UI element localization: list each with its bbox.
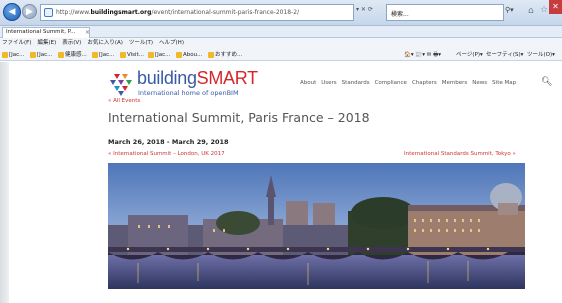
tab-strip: International Summit, P... × <box>0 26 562 38</box>
forward-button[interactable]: ▶ <box>22 4 37 19</box>
favorite-icon <box>92 51 98 58</box>
logo-tagline: International home of openBIM <box>138 89 239 97</box>
all-events-link[interactable]: « All Events <box>108 98 140 104</box>
favorite-label: 健康感... <box>65 52 87 58</box>
menu-favorites[interactable]: お気に入り(A) <box>87 38 123 49</box>
favorite-icon <box>58 51 64 58</box>
favorite-link[interactable]: [Jac... <box>148 50 170 60</box>
logo-word-smart: SMART <box>196 68 258 88</box>
nav-users[interactable]: Users <box>321 80 336 86</box>
favorite-link[interactable]: Visit... <box>120 50 144 60</box>
favorite-link[interactable]: おすすめ... <box>208 50 242 60</box>
next-event-link[interactable]: International Standards Summit, Tokyo » <box>404 151 516 157</box>
site-search-icon[interactable]: 🔍︎ <box>541 77 552 87</box>
favorite-icon <box>208 51 214 58</box>
browser-toolbar: ◀ ▶ http://www.buildingsmart.org/event/i… <box>0 0 562 26</box>
tools-menu[interactable]: ツール(O)▾ <box>527 50 555 60</box>
address-bar[interactable]: http://www.buildingsmart.org/event/inter… <box>40 4 354 21</box>
nav-news[interactable]: News <box>472 80 487 86</box>
browser-search-icon[interactable]: ⚲▾ <box>505 6 514 14</box>
menu-view[interactable]: 表示(V) <box>62 38 81 49</box>
home-icon[interactable]: ⌂ <box>528 6 534 16</box>
event-dates: March 26, 2018 - March 29, 2018 <box>108 138 229 146</box>
favorites-bar: [Jac... [Jac... 健康感... [Jac... Visit... … <box>0 49 562 61</box>
nav-chapters[interactable]: Chapters <box>412 80 437 86</box>
menu-file[interactable]: ファイル(F) <box>2 38 31 49</box>
favorite-link[interactable]: Abou... <box>176 50 202 60</box>
menu-help[interactable]: ヘルプ(H) <box>159 38 184 49</box>
logo-wordmark: buildingSMART <box>137 68 258 89</box>
event-hero-photo <box>108 163 525 289</box>
menu-bar: ファイル(F) 編集(E) 表示(V) お気に入り(A) ツール(T) ヘルプ(… <box>0 38 562 49</box>
favorite-icon <box>176 51 182 58</box>
previous-event-link[interactable]: « International Summit – London, UK 2017 <box>108 151 225 157</box>
favorite-icon <box>2 51 8 58</box>
logo-word-building: building <box>137 68 197 88</box>
page-left-margin <box>0 62 9 303</box>
nav-about[interactable]: About <box>300 80 316 86</box>
url-prefix: http://www. <box>56 9 91 16</box>
favorite-link[interactable]: [Jac... <box>2 50 24 60</box>
back-button[interactable]: ◀ <box>3 3 21 21</box>
buildingsmart-logo[interactable]: buildingSMART International home of open… <box>108 68 278 98</box>
menu-tools[interactable]: ツール(T) <box>129 38 153 49</box>
page-menu[interactable]: ページ(P)▾ <box>456 50 483 60</box>
favorite-label: おすすめ... <box>215 52 243 58</box>
event-title: International Summit, Paris France – 201… <box>108 110 370 125</box>
favorite-icon <box>120 51 126 58</box>
favorite-label: [Jac... <box>9 52 25 58</box>
favorite-label: [Jac... <box>99 52 115 58</box>
nav-site-map[interactable]: Site Map <box>492 80 516 86</box>
favorite-label: Abou... <box>183 52 203 58</box>
tab-title: International Summit, P... <box>6 29 76 35</box>
safety-menu[interactable]: セーフティ(S)▾ <box>486 50 523 60</box>
close-window-button[interactable]: ✕ <box>549 0 562 14</box>
logo-mark-icon <box>110 74 132 96</box>
browser-search-input[interactable]: 検索... <box>386 4 504 21</box>
nav-standards[interactable]: Standards <box>342 80 370 86</box>
tab-active[interactable]: International Summit, P... × <box>2 27 90 38</box>
address-controls[interactable]: ▾ ✕ ⟳ <box>356 6 373 13</box>
command-icons[interactable]: 🏠▾ 📰▾ ✉ 🖶▾ <box>404 50 441 60</box>
favorite-link[interactable]: [Jac... <box>92 50 114 60</box>
nav-compliance[interactable]: Compliance <box>375 80 407 86</box>
favorite-link[interactable]: 健康感... <box>58 50 87 60</box>
favorites-star-icon[interactable]: ☆ <box>540 5 548 15</box>
browser-window: ◀ ▶ http://www.buildingsmart.org/event/i… <box>0 0 562 303</box>
site-navigation: About Users Standards Compliance Chapter… <box>300 80 521 86</box>
favorite-icon <box>148 51 154 58</box>
nav-members[interactable]: Members <box>442 80 468 86</box>
page-icon <box>44 8 53 17</box>
favorite-icon <box>30 51 36 58</box>
favorite-label: Visit... <box>127 52 144 58</box>
favorite-link[interactable]: [Jac... <box>30 50 52 60</box>
url-host: buildingsmart.org <box>90 9 152 16</box>
url-path: /event/international-summit-paris-france… <box>151 9 300 16</box>
tab-close-icon[interactable]: × <box>85 29 89 36</box>
url-text: http://www.buildingsmart.org/event/inter… <box>56 9 299 16</box>
favorite-label: [Jac... <box>37 52 53 58</box>
menu-edit[interactable]: 編集(E) <box>37 38 56 49</box>
web-page: buildingSMART International home of open… <box>0 62 562 303</box>
favorite-label: [Jac... <box>155 52 171 58</box>
